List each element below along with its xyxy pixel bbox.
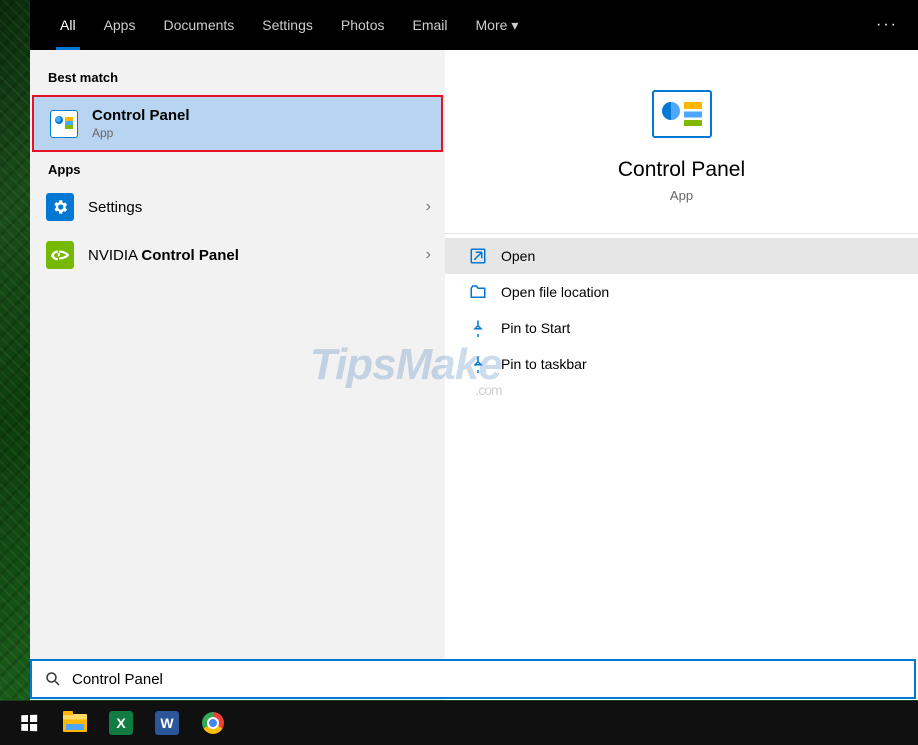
tab-photos[interactable]: Photos	[327, 0, 399, 50]
tab-apps[interactable]: Apps	[90, 0, 150, 50]
action-open-file-location[interactable]: Open file location	[445, 274, 918, 310]
preview-title: Control Panel	[465, 158, 898, 182]
open-icon	[469, 247, 487, 265]
section-best-match: Best match	[30, 64, 445, 91]
result-prefix: NVIDIA	[88, 247, 141, 264]
result-text: Control Panel App	[92, 107, 427, 140]
desktop-wallpaper	[0, 0, 30, 700]
result-match: Control Panel	[141, 247, 239, 264]
result-text: Settings	[88, 199, 426, 216]
tab-documents[interactable]: Documents	[149, 0, 248, 50]
tab-all[interactable]: All	[46, 0, 90, 50]
taskbar-chrome[interactable]	[190, 703, 236, 743]
result-nvidia-control-panel[interactable]: NVIDIA Control Panel ›	[30, 231, 445, 279]
result-title: Control Panel	[92, 107, 190, 124]
taskbar-excel[interactable]: X	[98, 703, 144, 743]
chevron-right-icon: ›	[426, 198, 431, 216]
action-label: Open file location	[501, 284, 609, 300]
taskbar-file-explorer[interactable]	[52, 703, 98, 743]
control-panel-icon	[50, 110, 78, 138]
start-search-panel: All Apps Documents Settings Photos Email…	[30, 0, 918, 700]
pin-icon	[469, 355, 487, 373]
tab-more-label: More	[476, 17, 508, 33]
taskbar-word[interactable]: W	[144, 703, 190, 743]
section-apps: Apps	[30, 156, 445, 183]
preview-header: Control Panel App	[445, 50, 918, 233]
excel-icon: X	[109, 711, 133, 735]
action-list: Open Open file location Pin to Start Pin…	[445, 233, 918, 382]
file-explorer-icon	[63, 714, 87, 732]
chrome-icon	[202, 712, 224, 734]
result-settings[interactable]: Settings ›	[30, 183, 445, 231]
folder-icon	[469, 283, 487, 301]
start-button[interactable]	[6, 703, 52, 743]
search-icon	[44, 670, 62, 688]
search-input[interactable]	[72, 671, 902, 688]
preview-pane: Control Panel App Open Open file locatio…	[445, 50, 918, 700]
preview-subtitle: App	[465, 188, 898, 203]
result-text: NVIDIA Control Panel	[88, 247, 426, 264]
result-control-panel[interactable]: Control Panel App	[32, 95, 443, 152]
pin-icon	[469, 319, 487, 337]
action-pin-to-taskbar[interactable]: Pin to taskbar	[445, 346, 918, 382]
chevron-right-icon: ›	[426, 246, 431, 264]
search-filter-tabs: All Apps Documents Settings Photos Email…	[30, 0, 918, 50]
action-pin-to-start[interactable]: Pin to Start	[445, 310, 918, 346]
tab-email[interactable]: Email	[398, 0, 461, 50]
result-title: NVIDIA Control Panel	[88, 247, 426, 264]
windows-icon	[21, 715, 37, 731]
action-label: Pin to taskbar	[501, 356, 587, 372]
word-icon: W	[155, 711, 179, 735]
result-subtitle: App	[92, 126, 427, 140]
action-open[interactable]: Open	[445, 238, 918, 274]
tab-settings[interactable]: Settings	[248, 0, 327, 50]
taskbar: X W	[0, 701, 918, 745]
tab-more[interactable]: More ▾	[462, 0, 533, 50]
nvidia-icon	[46, 241, 74, 269]
action-label: Open	[501, 248, 535, 264]
results-pane: Best match Control Panel App Apps Settin…	[30, 50, 445, 700]
more-options-button[interactable]: ···	[876, 16, 898, 34]
control-panel-icon	[652, 90, 712, 138]
action-label: Pin to Start	[501, 320, 570, 336]
settings-icon	[46, 193, 74, 221]
chevron-down-icon: ▾	[511, 17, 518, 34]
result-title: Settings	[88, 199, 426, 216]
search-content: Best match Control Panel App Apps Settin…	[30, 50, 918, 700]
search-bar[interactable]	[30, 659, 916, 699]
